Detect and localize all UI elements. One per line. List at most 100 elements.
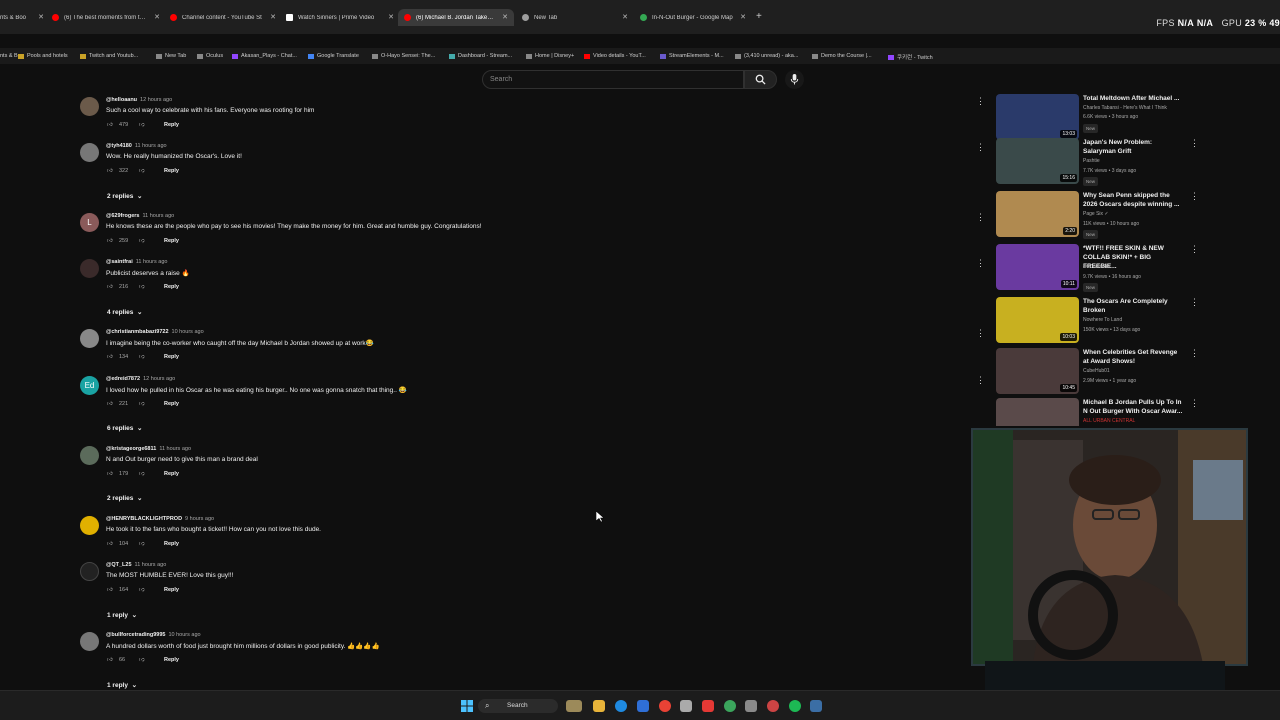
comment-author[interactable]: @bullforcetrading9995	[106, 632, 165, 638]
dislike-icon[interactable]: 👎︎	[139, 401, 164, 407]
comment-time[interactable]: 9 hours ago	[185, 516, 214, 522]
video-channel[interactable]: ALL URBAN CENTRAL	[1083, 418, 1135, 425]
store-icon[interactable]	[680, 700, 692, 712]
more-options-icon[interactable]: ⋮	[976, 142, 985, 153]
reply-button[interactable]: Reply	[164, 238, 179, 244]
steam-icon[interactable]	[810, 700, 822, 712]
like-icon[interactable]: 👍︎	[107, 471, 117, 477]
browser-tab[interactable]: Watch Sinners | Prime Video ✕	[286, 9, 394, 26]
comment-time[interactable]: 11 hours ago	[135, 143, 167, 149]
avatar[interactable]	[80, 562, 99, 581]
comment-author[interactable]: @helloaanu	[106, 97, 137, 103]
replies-toggle[interactable]: 6 replies ⌄	[107, 424, 142, 432]
video-thumbnail[interactable]: 10:11	[996, 244, 1079, 290]
comment-author[interactable]: @tyh4180	[106, 143, 132, 149]
more-options-icon[interactable]: ⋮	[976, 212, 985, 223]
close-tab-icon[interactable]: ✕	[388, 13, 394, 21]
replies-toggle[interactable]: 1 reply ⌄	[107, 611, 137, 619]
related-video[interactable]: Michael B Jordan Pulls Up To In N Out Bu…	[996, 398, 1196, 426]
search-button[interactable]	[744, 70, 777, 89]
edge-icon[interactable]	[615, 700, 627, 712]
bookmark-item[interactable]: Google Translate	[308, 53, 359, 59]
bookmark-item[interactable]: New Tab	[156, 53, 186, 59]
browser-tab[interactable]: In-N-Out Burger - Google Map ✕	[640, 9, 746, 26]
dislike-icon[interactable]: 👎︎	[139, 284, 164, 290]
related-video[interactable]: 10:45 When Celebrities Get Revenge at Aw…	[996, 348, 1199, 396]
comment-author[interactable]: @christianmbabazi9722	[106, 329, 169, 335]
avatar[interactable]	[80, 446, 99, 465]
search-input[interactable]: Search	[482, 70, 744, 89]
mail-icon[interactable]	[637, 700, 649, 712]
spotify-icon[interactable]	[789, 700, 801, 712]
related-video[interactable]: 15:16 Japan's New Problem: Salaryman Gri…	[996, 138, 1199, 186]
more-options-icon[interactable]: ⋮	[1190, 244, 1199, 255]
like-icon[interactable]: 👍︎	[107, 354, 117, 360]
reply-button[interactable]: Reply	[164, 471, 179, 477]
close-tab-icon[interactable]: ✕	[270, 13, 276, 21]
video-channel[interactable]: Page Six ✓	[1083, 211, 1109, 218]
dislike-icon[interactable]: 👎︎	[139, 122, 164, 128]
comment-time[interactable]: 10 hours ago	[168, 632, 200, 638]
youtube-app-icon[interactable]	[702, 700, 714, 712]
bookmark-item[interactable]: O-Hayo Sensei: The...	[372, 53, 435, 59]
video-title[interactable]: The Oscars Are Completely Broken	[1083, 297, 1183, 315]
video-thumbnail[interactable]: 2:20	[996, 191, 1079, 237]
avatar[interactable]	[80, 97, 99, 116]
comment-author[interactable]: @HENRYBLACKLIGHTPROD	[106, 516, 182, 522]
avatar[interactable]: Ed	[80, 376, 99, 395]
like-icon[interactable]: 👍︎	[107, 168, 117, 174]
related-video[interactable]: 10:03 The Oscars Are Completely Broken N…	[996, 297, 1199, 345]
file-explorer-icon[interactable]	[593, 700, 605, 712]
bookmark-item[interactable]: (3,410 unread) - aka...	[735, 53, 798, 59]
video-thumbnail[interactable]: 15:16	[996, 138, 1079, 184]
close-tab-icon[interactable]: ✕	[154, 13, 160, 21]
like-icon[interactable]: 👍︎	[107, 401, 117, 407]
video-channel[interactable]: Pashtie	[1083, 158, 1100, 165]
dislike-icon[interactable]: 👎︎	[139, 354, 164, 360]
video-title[interactable]: Michael B Jordan Pulls Up To In N Out Bu…	[1083, 398, 1183, 416]
dislike-icon[interactable]: 👎︎	[139, 587, 164, 593]
comment-time[interactable]: 11 hours ago	[159, 446, 191, 452]
comment-author[interactable]: @QT_L25	[106, 562, 132, 568]
bookmark-item[interactable]: Twitch and Youtub...	[80, 53, 138, 59]
video-title[interactable]: Why Sean Penn skipped the 2026 Oscars de…	[1083, 191, 1183, 209]
more-options-icon[interactable]: ⋮	[976, 96, 985, 107]
related-video[interactable]: 2:20 Why Sean Penn skipped the 2026 Osca…	[996, 191, 1199, 239]
close-tab-icon[interactable]: ✕	[502, 13, 508, 21]
related-video[interactable]: 10:11 *WTF!! FREE SKIN & NEW COLLAB SKIN…	[996, 244, 1199, 292]
app-icon-2[interactable]	[767, 700, 779, 712]
browser-tab-active[interactable]: (6) Michael B. Jordan Takes Hi ✕	[398, 9, 514, 26]
video-channel[interactable]: SoDoGacha	[1083, 264, 1110, 271]
more-options-icon[interactable]: ⋮	[1190, 191, 1199, 202]
reply-button[interactable]: Reply	[164, 168, 179, 174]
close-tab-icon[interactable]: ✕	[622, 13, 628, 21]
taskbar-search[interactable]: Search	[478, 699, 558, 713]
bookmark-item[interactable]: Dashboard - Stream...	[449, 53, 512, 59]
more-options-icon[interactable]: ⋮	[1190, 297, 1199, 308]
bookmark-item[interactable]: 쿠키런 - Twitch	[888, 53, 933, 61]
replies-toggle[interactable]: 2 replies ⌄	[107, 192, 142, 200]
browser-tab[interactable]: Channel content - YouTube St ✕	[170, 9, 276, 26]
reply-button[interactable]: Reply	[164, 587, 179, 593]
comment-author[interactable]: @kristageorge6811	[106, 446, 156, 452]
more-options-icon[interactable]: ⋮	[1190, 398, 1196, 409]
dislike-icon[interactable]: 👎︎	[139, 168, 164, 174]
browser-tab[interactable]: (6) The best moments from the ✕	[52, 9, 160, 26]
video-title[interactable]: Japan's New Problem: Salaryman Grift	[1083, 138, 1183, 156]
avatar[interactable]	[80, 259, 99, 278]
widget-icon[interactable]	[566, 700, 582, 712]
comment-time[interactable]: 11 hours ago	[143, 213, 175, 219]
new-tab-button[interactable]: +	[756, 11, 762, 22]
more-options-icon[interactable]: ⋮	[1190, 348, 1199, 359]
reply-button[interactable]: Reply	[164, 657, 179, 663]
comment-time[interactable]: 12 hours ago	[140, 97, 172, 103]
more-options-icon[interactable]: ⋮	[976, 375, 985, 386]
video-channel[interactable]: Nowhere To Land	[1083, 317, 1122, 324]
avatar[interactable]	[80, 632, 99, 651]
video-title[interactable]: Total Meltdown After Michael ...	[1083, 94, 1183, 103]
video-thumbnail[interactable]: 10:03	[996, 297, 1079, 343]
comment-time[interactable]: 11 hours ago	[135, 562, 167, 568]
chrome-icon[interactable]	[659, 700, 671, 712]
video-thumbnail[interactable]: 13:03	[996, 94, 1079, 140]
comment-author[interactable]: @629frogers	[106, 213, 140, 219]
